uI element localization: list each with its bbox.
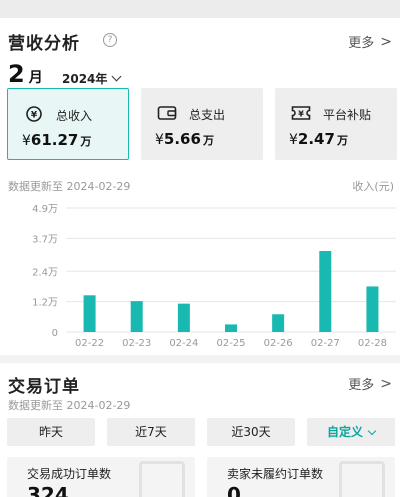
document-icon xyxy=(139,461,185,497)
stat-label: 总支出 xyxy=(189,108,226,122)
bar-02-25[interactable] xyxy=(225,324,237,332)
stat-card-subsidy[interactable]: ¥ 平台补贴 ¥2.47 万 xyxy=(275,88,397,160)
orders-updated-text: 数据更新至 2024-02-29 xyxy=(8,399,131,412)
metric-value: 324 xyxy=(27,483,69,497)
month-number: 2 xyxy=(8,60,25,88)
currency-symbol: ¥ xyxy=(22,133,31,149)
ticket-icon: ¥ xyxy=(291,106,311,120)
y-tick-label: 3.7万 xyxy=(32,234,58,245)
x-tick-label: 02-25 xyxy=(216,338,245,349)
y-tick-label: 1.2万 xyxy=(32,298,58,309)
range-30days-button[interactable]: 近30天 xyxy=(207,418,295,446)
revenue-card: 营收分析 ? 更多 > 2 月 2024年 ¥ 总收入 ¥61.27 万 总支出 … xyxy=(0,18,400,355)
metric-value: 0 xyxy=(227,483,241,497)
x-tick-label: 02-22 xyxy=(75,338,104,349)
stat-card-income[interactable]: ¥ 总收入 ¥61.27 万 xyxy=(7,88,129,160)
chevron-down-icon xyxy=(111,71,122,82)
y-tick-label: 2.4万 xyxy=(32,267,58,278)
bar-02-24[interactable] xyxy=(177,303,190,332)
year-dropdown[interactable]: 2024年 xyxy=(62,70,122,87)
chart-y-unit: 收入(元) xyxy=(352,180,394,193)
month-selector[interactable]: 2 月 xyxy=(8,60,43,88)
top-strip xyxy=(0,0,400,18)
chevron-right-icon: > xyxy=(380,33,392,50)
metric-label: 交易成功订单数 xyxy=(27,467,112,481)
stat-amount: 61.27 xyxy=(30,131,79,149)
y-tick-label: 0 xyxy=(52,328,58,339)
stat-label: 平台补贴 xyxy=(323,108,372,122)
range-7days-button[interactable]: 近7天 xyxy=(107,418,195,446)
bar-02-27[interactable] xyxy=(319,251,332,332)
currency-symbol: ¥ xyxy=(289,132,298,148)
svg-text:¥: ¥ xyxy=(31,111,38,121)
more-label: 更多 xyxy=(348,36,375,51)
range-custom-dropdown[interactable]: 自定义 xyxy=(307,418,395,446)
x-tick-label: 02-23 xyxy=(122,338,151,349)
chevron-right-icon: > xyxy=(380,375,392,392)
stat-amount: 5.66 xyxy=(163,130,201,148)
metric-unfulfilled-orders[interactable]: 卖家未履约订单数 0 xyxy=(207,457,395,497)
wallet-icon xyxy=(157,106,177,120)
currency-symbol: ¥ xyxy=(155,132,164,148)
revenue-more-link[interactable]: 更多 > xyxy=(348,32,392,52)
orders-more-link[interactable]: 更多 > xyxy=(348,374,392,394)
orders-title: 交易订单 xyxy=(8,377,80,397)
custom-label: 自定义 xyxy=(326,425,363,439)
bar-02-26[interactable] xyxy=(272,314,285,332)
more-label: 更多 xyxy=(348,378,375,393)
year-label: 2024年 xyxy=(62,72,108,86)
bar-02-23[interactable] xyxy=(130,301,143,332)
revenue-title: 营收分析 xyxy=(8,34,80,54)
stat-value: ¥2.47 万 xyxy=(289,130,348,148)
stat-card-expense[interactable]: 总支出 ¥5.66 万 xyxy=(141,88,263,160)
stat-value: ¥61.27 万 xyxy=(22,131,91,149)
y-tick-label: 4.9万 xyxy=(32,204,58,215)
stat-unit: 万 xyxy=(80,135,92,148)
yen-coin-icon: ¥ xyxy=(26,106,42,122)
range-yesterday-button[interactable]: 昨天 xyxy=(7,418,95,446)
stat-unit: 万 xyxy=(202,134,214,147)
stat-value: ¥5.66 万 xyxy=(155,130,214,148)
metric-label: 卖家未履约订单数 xyxy=(227,467,324,481)
stat-unit: 万 xyxy=(336,134,348,147)
x-tick-label: 02-26 xyxy=(264,338,293,349)
x-tick-label: 02-27 xyxy=(311,338,340,349)
metric-success-orders[interactable]: 交易成功订单数 324 xyxy=(7,457,195,497)
chart-svg: 0 1.2万 2.4万 3.7万 4.9万 02-22 02-23 02-24 02-25 02-… xyxy=(32,204,396,349)
help-icon[interactable]: ? xyxy=(103,33,117,47)
stat-amount: 2.47 xyxy=(297,130,335,148)
stat-label: 总收入 xyxy=(56,109,93,123)
bar-02-22[interactable] xyxy=(83,295,96,332)
orders-card: 交易订单 更多 > 数据更新至 2024-02-29 昨天 近7天 近30天 自… xyxy=(0,363,400,497)
chevron-down-icon xyxy=(367,426,377,436)
month-unit: 月 xyxy=(28,70,43,86)
x-tick-label: 02-28 xyxy=(358,338,387,349)
revenue-bar-chart: 0 1.2万 2.4万 3.7万 4.9万 02-22 02-23 02-24 02-25 02-… xyxy=(0,196,400,356)
document-icon xyxy=(339,461,385,497)
x-tick-label: 02-24 xyxy=(169,338,198,349)
bar-02-28[interactable] xyxy=(366,286,379,332)
revenue-updated-text: 数据更新至 2024-02-29 xyxy=(8,180,131,193)
svg-text:¥: ¥ xyxy=(298,110,304,119)
